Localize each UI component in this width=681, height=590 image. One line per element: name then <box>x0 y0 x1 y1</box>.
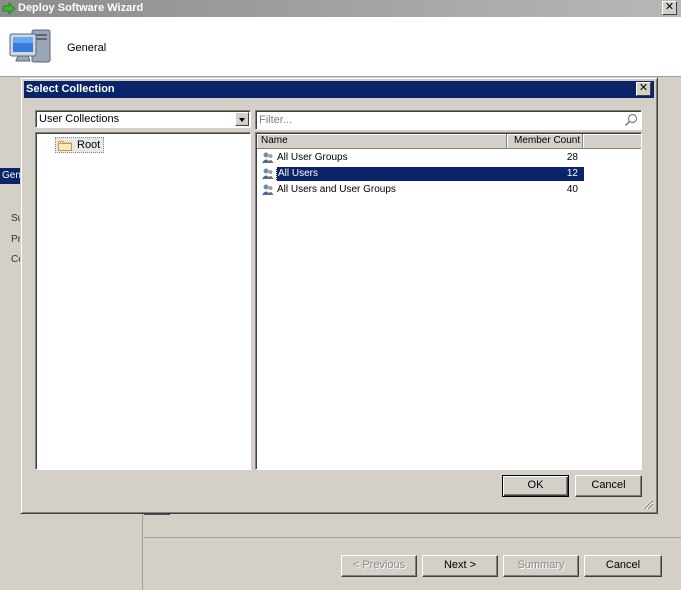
previous-button[interactable]: < Previous <box>341 555 417 577</box>
wizard-cancel-button[interactable]: Cancel <box>584 555 662 577</box>
filter-input[interactable] <box>259 113 609 127</box>
tree-node-root[interactable]: Root <box>55 137 105 153</box>
green-arrow-icon <box>2 2 16 15</box>
wizard-close-button[interactable]: ✕ <box>662 1 677 15</box>
computer-icon <box>9 29 51 63</box>
row-member-count: 12 <box>505 166 584 181</box>
collection-type-dropdown[interactable]: User Collections <box>35 110 251 128</box>
collection-tree[interactable]: Root <box>35 132 251 470</box>
collection-type-value: User Collections <box>39 113 120 125</box>
dialog-title-bar: Select Collection ✕ <box>24 81 654 98</box>
nav-item-complete[interactable]: Complete <box>11 254 20 265</box>
search-icon[interactable] <box>624 113 638 127</box>
collections-list[interactable]: Name Member Count All User Groups 28 All… <box>255 132 642 470</box>
column-header-name[interactable]: Name <box>257 134 507 149</box>
dialog-close-button[interactable]: ✕ <box>636 82 651 96</box>
column-header-member-count[interactable]: Member Count <box>507 134 583 149</box>
nav-item-preview[interactable]: Preview <box>11 234 20 245</box>
summary-button[interactable]: Summary <box>503 555 579 577</box>
column-header-filler <box>583 134 641 149</box>
row-member-count: 40 <box>566 183 578 195</box>
user-collection-icon <box>262 184 274 195</box>
resize-grip-icon[interactable] <box>642 498 654 510</box>
wizard-content-area <box>144 513 681 537</box>
next-button[interactable]: Next > <box>422 555 498 577</box>
list-row-selected[interactable]: All Users 12 <box>261 166 584 181</box>
list-row[interactable]: All User Groups 28 <box>261 150 584 165</box>
wizard-page-title: General <box>67 42 107 54</box>
row-name: All User Groups <box>277 151 348 163</box>
row-name: All Users and User Groups <box>277 183 396 195</box>
user-collection-icon <box>262 168 274 179</box>
select-collection-dialog: Select Collection ✕ User Collections Roo… <box>20 77 658 514</box>
tree-node-label: Root <box>77 139 101 151</box>
ok-button[interactable]: OK <box>502 475 569 497</box>
chevron-down-icon[interactable] <box>235 112 249 126</box>
list-row[interactable]: All Users and User Groups 40 <box>261 182 584 197</box>
wizard-footer-divider <box>144 537 681 538</box>
folder-icon <box>58 140 72 151</box>
filter-box[interactable] <box>255 110 642 130</box>
list-header: Name Member Count <box>257 134 641 149</box>
row-name: All Users <box>276 166 505 181</box>
dialog-cancel-button[interactable]: Cancel <box>575 475 642 497</box>
nav-item-general[interactable]: General <box>0 168 20 184</box>
row-member-count: 28 <box>566 151 578 163</box>
dialog-title: Select Collection <box>26 83 115 95</box>
user-collection-icon <box>262 152 274 163</box>
wizard-title-bar: Deploy Software Wizard ✕ <box>0 0 681 17</box>
nav-item-subject[interactable]: Subject <box>11 213 20 224</box>
wizard-header: General <box>0 17 681 77</box>
wizard-title: Deploy Software Wizard <box>18 2 144 14</box>
